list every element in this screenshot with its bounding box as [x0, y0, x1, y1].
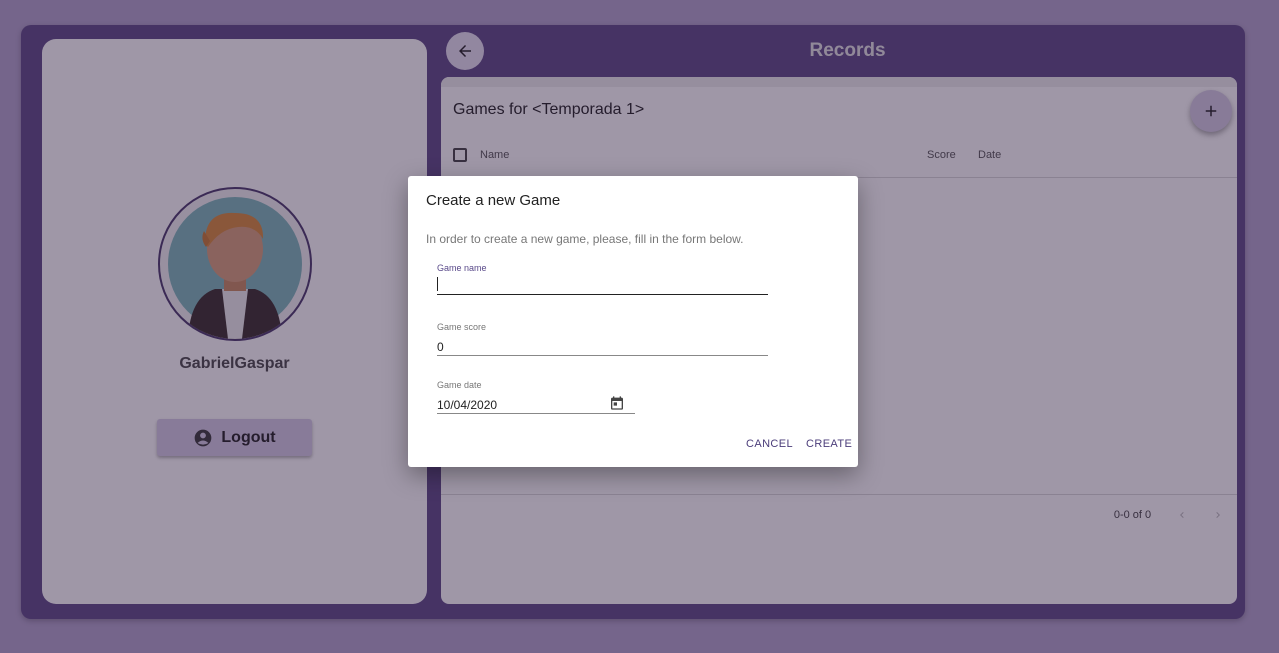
game-date-input[interactable]: [437, 396, 635, 414]
game-name-input[interactable]: [437, 277, 768, 295]
create-game-dialog: Create a new Game In order to create a n…: [408, 176, 858, 467]
dialog-title: Create a new Game: [426, 192, 561, 209]
text-caret: [437, 277, 438, 291]
dialog-description: In order to create a new game, please, f…: [426, 232, 744, 246]
cancel-button[interactable]: CANCEL: [746, 438, 793, 450]
game-date-label: Game date: [437, 380, 482, 390]
create-button[interactable]: CREATE: [806, 438, 852, 450]
game-score-label: Game score: [437, 322, 487, 332]
game-name-label: Game name: [437, 263, 487, 273]
calendar-icon[interactable]: [609, 395, 625, 411]
game-score-input[interactable]: [437, 338, 768, 356]
